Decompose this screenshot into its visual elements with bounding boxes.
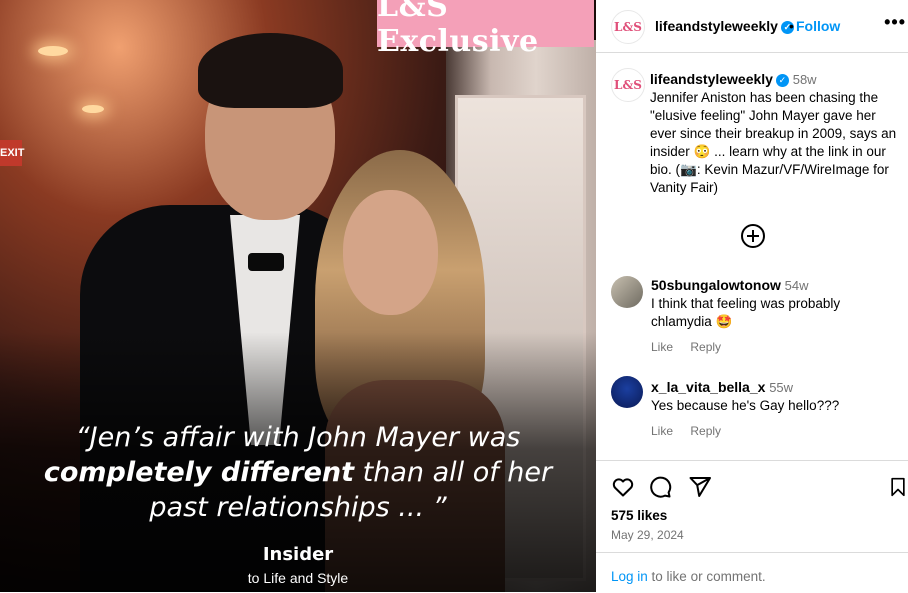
post-header: L&S lifeandstyleweekly ✓ • Follow ••• (596, 0, 908, 53)
like-count[interactable]: 575 likes (611, 508, 667, 523)
exclusive-badge: L&S Exclusive (377, 0, 594, 59)
image-quote: “Jen’s affair with John Mayer was comple… (43, 422, 553, 523)
comment-reply-button[interactable]: Reply (690, 340, 721, 354)
post-caption: lifeandstyleweekly ✓ 58w Jennifer Aniston… (650, 70, 900, 197)
comment-avatar[interactable] (611, 376, 643, 408)
comment-username[interactable]: 50sbungalowtonow (651, 277, 781, 293)
plus-circle-icon[interactable] (741, 224, 765, 248)
verified-badge-icon: ✓ (775, 73, 789, 87)
comment-time: 55w (769, 380, 794, 395)
separator-dot: • (789, 18, 794, 34)
comment-text: I think that feeling was probably chlamy… (651, 296, 841, 329)
exit-sign: EXIT (0, 140, 24, 166)
comment-icon[interactable] (648, 475, 672, 499)
comment-reply-button[interactable]: Reply (690, 424, 721, 438)
more-options-icon[interactable]: ••• (884, 12, 906, 33)
bookmark-icon[interactable] (888, 475, 908, 499)
post-date: May 29, 2024 (611, 528, 684, 542)
actions-divider (596, 460, 908, 461)
heart-icon[interactable] (611, 475, 635, 499)
comment-like-button[interactable]: Like (651, 340, 673, 354)
comment-username[interactable]: x_la_vita_bella_x (651, 379, 765, 395)
quote-credit-title: Insider (262, 544, 334, 565)
post-sidebar: L&S lifeandstyleweekly ✓ • Follow ••• L&S… (596, 0, 908, 592)
comment-text: Yes because he's Gay hello??? (651, 398, 840, 413)
caption-avatar[interactable]: L&S (611, 68, 645, 102)
account-avatar[interactable]: L&S (611, 10, 645, 44)
comment-time: 54w (784, 278, 809, 293)
quote-credit-subtitle: to Life and Style (247, 570, 349, 586)
quote-emphasis: completely different (43, 457, 355, 488)
caption-username[interactable]: lifeandstyleweekly (650, 71, 773, 87)
login-prompt-text: to like or comment. (647, 569, 766, 584)
comment-avatar[interactable] (611, 276, 643, 308)
caption-time: 58w (792, 72, 817, 87)
login-link[interactable]: Log in (611, 569, 648, 584)
share-icon[interactable] (688, 475, 712, 499)
caption-text: Jennifer Aniston has been chasing the "e… (650, 90, 897, 195)
comment-like-button[interactable]: Like (651, 424, 673, 438)
ceiling-light (38, 46, 68, 56)
login-prompt: Log in to like or comment. (596, 552, 908, 593)
account-username[interactable]: lifeandstyleweekly ✓ (655, 18, 794, 34)
follow-button[interactable]: Follow (796, 18, 840, 34)
post-image[interactable]: EXIT L&S Exclusive “Jen’s affair with Jo… (0, 0, 596, 592)
